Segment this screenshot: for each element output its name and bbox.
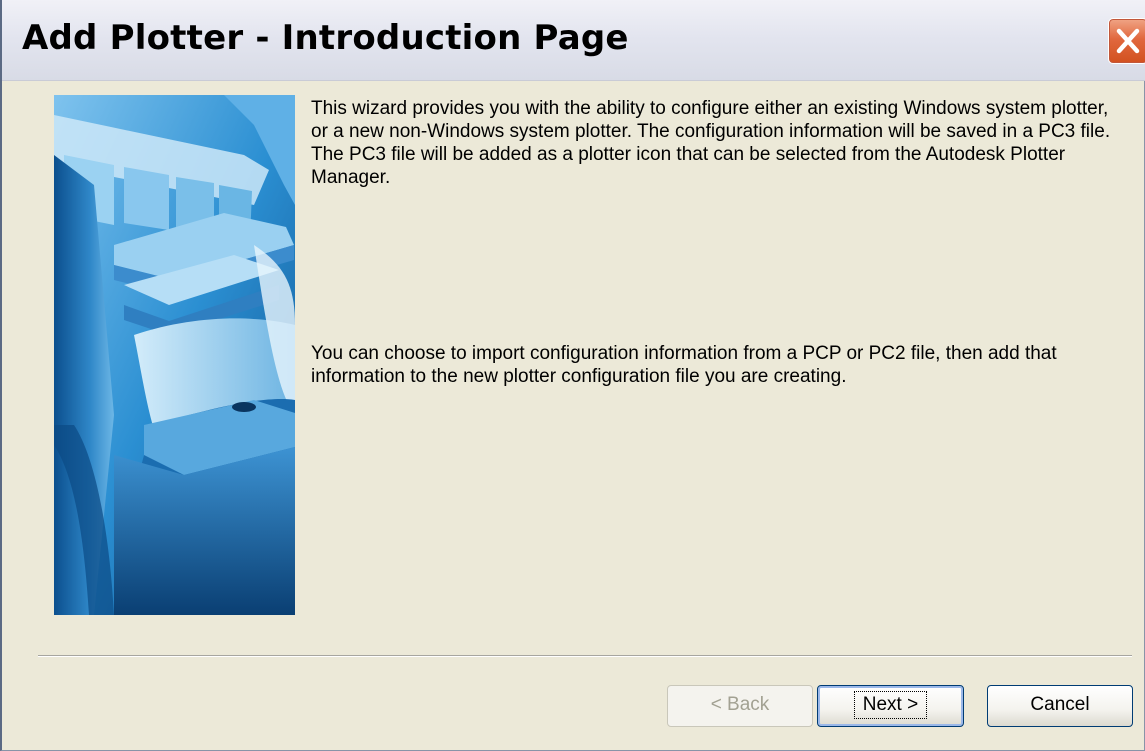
window-title: Add Plotter - Introduction Page xyxy=(22,18,629,58)
cancel-button-label: Cancel xyxy=(1030,694,1090,715)
title-bar[interactable]: Add Plotter - Introduction Page xyxy=(2,0,1145,81)
intro-paragraph-1: This wizard provides you with the abilit… xyxy=(311,98,1111,188)
next-button[interactable]: Next > xyxy=(817,685,964,727)
wizard-dialog: Add Plotter - Introduction Page This wiz… xyxy=(0,0,1145,751)
intro-paragraph-2: You can choose to import configuration i… xyxy=(311,343,1057,387)
back-button-label: < Back xyxy=(710,694,770,715)
plotter-illustration xyxy=(54,95,295,615)
separator-line xyxy=(38,655,1132,657)
close-icon xyxy=(1116,28,1140,54)
cancel-button[interactable]: Cancel xyxy=(987,685,1133,727)
next-button-label: Next > xyxy=(853,691,928,719)
back-button[interactable]: < Back xyxy=(667,685,813,727)
close-button[interactable] xyxy=(1108,18,1145,64)
